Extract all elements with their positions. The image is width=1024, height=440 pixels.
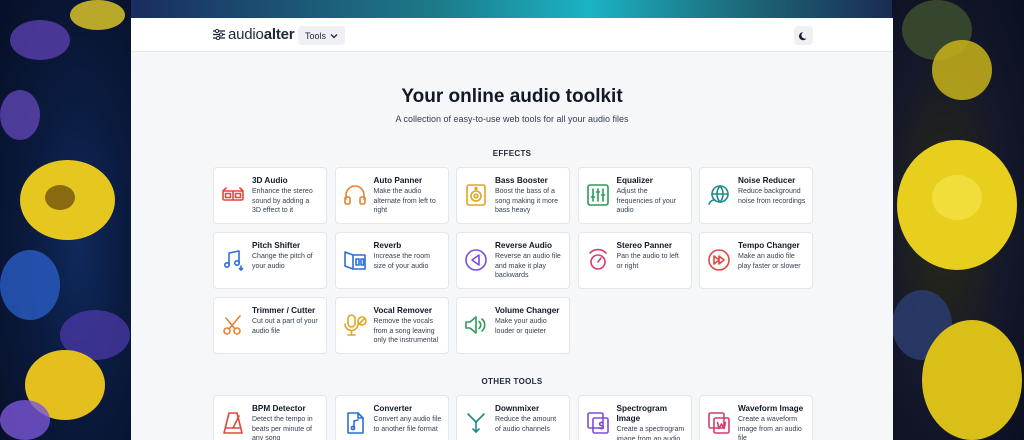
page-title: Your online audio toolkit — [401, 86, 623, 107]
tools-label: Tools — [305, 30, 327, 41]
reverse-play-icon — [463, 247, 489, 273]
spectrogram-icon — [585, 410, 611, 436]
volume-icon — [463, 312, 489, 338]
tool-title: Reverse Audio — [495, 241, 553, 250]
tools-dropdown-button[interactable]: Tools — [298, 26, 346, 45]
tool-title: BPM Detector — [252, 404, 306, 413]
tool-title: Pitch Shifter — [252, 241, 301, 250]
tool-description: Adjust the frequencies of your audio — [616, 188, 677, 215]
tool-description: Change the pitch of your audio — [252, 253, 313, 270]
tool-description: Make the audio alternate from left to ri… — [373, 188, 436, 215]
tool-title: Reverb — [373, 241, 402, 250]
downmix-icon — [463, 410, 489, 436]
other-tools-grid: BPM Detector Detect the tempo in beats pe… — [213, 395, 813, 440]
tool-card-auto-panner[interactable]: Auto Panner Make the audio alternate from… — [334, 167, 449, 224]
tool-description: Reverse an audio file and make it play b… — [495, 253, 561, 280]
tool-title: Downmixer — [495, 404, 540, 413]
tool-title: Trimmer / Cutter — [252, 306, 316, 315]
tool-title: Bass Booster — [495, 176, 548, 185]
tool-card-waveform-image[interactable]: Waveform Image Create a waveform image fr… — [699, 395, 813, 440]
dark-mode-toggle[interactable] — [794, 26, 813, 45]
background-left-art — [0, 0, 131, 440]
tool-title: Converter — [373, 404, 413, 413]
top-navbar: audioalter Tools — [131, 18, 893, 52]
effects-grid: 3D Audio Enhance the stereo sound by addi… — [213, 167, 813, 354]
tool-title: Equalizer — [616, 176, 653, 185]
globe-icon — [706, 182, 732, 208]
tool-card-downmixer[interactable]: Downmixer Reduce the amount of audio chan… — [456, 395, 570, 440]
tool-title: Noise Reducer — [738, 176, 796, 185]
3d-glasses-icon — [220, 182, 246, 208]
tool-card-3d-audio[interactable]: 3D Audio Enhance the stereo sound by addi… — [213, 167, 327, 224]
tool-description: Cut out a part of your audio file — [252, 318, 318, 335]
tool-title: Stereo Panner — [616, 241, 673, 250]
metronome-icon — [220, 410, 246, 436]
tool-description: Create a waveform image from an audio fi… — [738, 416, 802, 440]
chevron-down-icon — [330, 33, 338, 38]
tool-card-volume-changer[interactable]: Volume Changer Make your audio louder or … — [456, 297, 570, 354]
microphone-off-icon — [342, 312, 368, 338]
tool-card-noise-reducer[interactable]: Noise Reducer Reduce background noise fro… — [699, 167, 813, 224]
tool-description: Boost the bass of a song making it more … — [495, 188, 559, 215]
tool-description: Enhance the stereo sound by adding a 3D … — [252, 188, 313, 215]
speaker-icon — [463, 182, 489, 208]
tool-description: Pan the audio to left or right — [616, 253, 679, 270]
tool-description: Convert any audio file to another file f… — [373, 416, 442, 433]
dial-icon — [585, 247, 611, 273]
tool-card-vocal-remover[interactable]: Vocal Remover Remove the vocals from a so… — [334, 297, 449, 354]
fast-forward-icon — [706, 247, 732, 273]
tool-description: Reduce background noise from recordings — [738, 188, 806, 205]
tool-description: Detect the tempo in beats per minute of … — [252, 416, 313, 440]
logo-text-right: alter — [263, 26, 295, 43]
tool-card-pitch-shifter[interactable]: Pitch Shifter Change the pitch of your au… — [213, 232, 327, 289]
music-note-icon — [220, 247, 246, 273]
equalizer-icon — [585, 182, 611, 208]
tool-title: Volume Changer — [495, 306, 560, 315]
other-tools-heading: OTHER TOOLS — [481, 377, 543, 386]
scissors-icon — [220, 312, 246, 338]
tool-card-tempo-changer[interactable]: Tempo Changer Make an audio file play fas… — [699, 232, 813, 289]
tool-card-spectrogram-image[interactable]: Spectrogram Image Create a spectrogram im… — [577, 395, 692, 440]
tool-title: Vocal Remover — [373, 306, 433, 315]
tool-card-trimmer-cutter[interactable]: Trimmer / Cutter Cut out a part of your a… — [213, 297, 327, 354]
tool-description: Make your audio louder or quieter — [495, 318, 547, 335]
moon-icon — [798, 31, 806, 40]
tool-description: Reduce the amount of audio channels — [495, 416, 557, 433]
tool-title: Waveform Image — [738, 404, 804, 413]
tool-title: Spectrogram Image — [616, 404, 668, 423]
background-right-art — [892, 0, 1024, 440]
tool-card-reverb[interactable]: Reverb Increase the room size of your aud… — [334, 232, 449, 289]
tool-description: Remove the vocals from a song leaving on… — [373, 318, 439, 345]
room-icon — [342, 247, 368, 273]
tool-description: Create a spectrogram image from an audio — [616, 426, 685, 440]
logo[interactable]: audioalter — [213, 26, 295, 43]
tool-card-bass-booster[interactable]: Bass Booster Boost the bass of a song mak… — [456, 167, 570, 224]
logo-text-left: audio — [228, 26, 264, 43]
effects-heading: EFFECTS — [492, 149, 532, 158]
headphones-icon — [342, 182, 368, 208]
tool-card-converter[interactable]: Converter Convert any audio file to anoth… — [334, 395, 449, 440]
tool-title: Tempo Changer — [738, 241, 800, 250]
main-page: audioalter Tools Your online audio toolk… — [131, 18, 893, 440]
tool-card-stereo-panner[interactable]: Stereo Panner Pan the audio to left or ri… — [577, 232, 692, 289]
tool-description: Increase the room size of your audio — [373, 253, 430, 270]
waveform-image-icon — [706, 410, 732, 436]
page-subtitle: A collection of easy-to-use web tools fo… — [395, 114, 629, 124]
audio-sliders-logo-icon — [213, 29, 225, 40]
background-top-art — [131, 0, 893, 18]
tool-card-bpm-detector[interactable]: BPM Detector Detect the tempo in beats pe… — [213, 395, 327, 440]
logo-text: audioalter — [228, 26, 295, 43]
audio-file-icon — [342, 410, 368, 436]
tool-card-reverse-audio[interactable]: Reverse Audio Reverse an audio file and m… — [456, 232, 570, 289]
tool-card-equalizer[interactable]: Equalizer Adjust the frequencies of your … — [577, 167, 692, 224]
tool-description: Make an audio file play faster or slower — [738, 253, 801, 270]
tool-title: Auto Panner — [373, 176, 423, 185]
tool-title: 3D Audio — [252, 176, 288, 185]
